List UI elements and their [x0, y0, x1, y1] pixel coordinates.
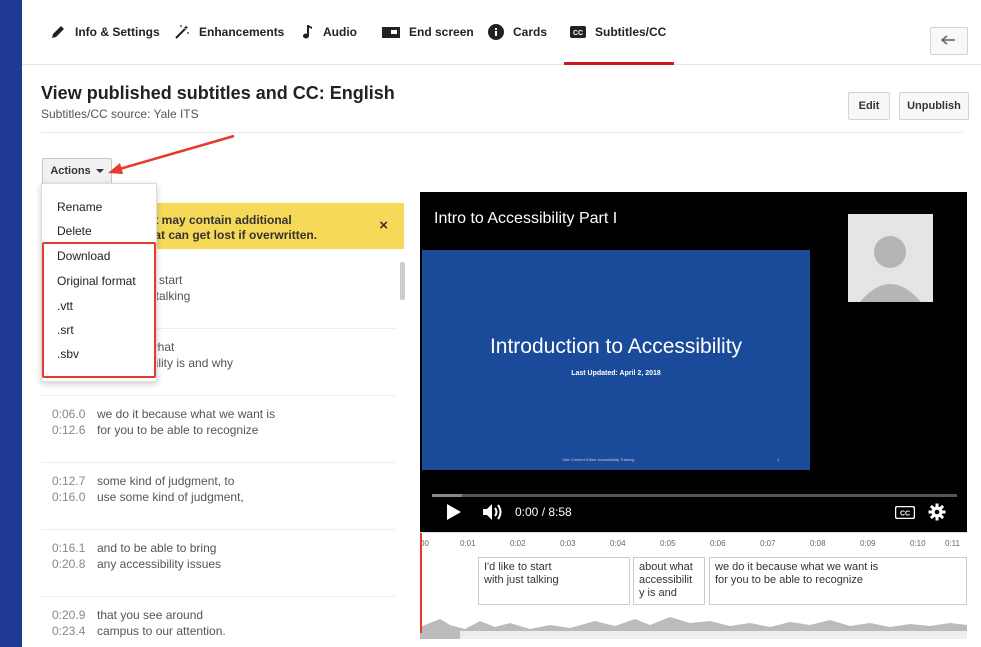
- subtitle-source: Subtitles/CC source: Yale ITS: [41, 107, 199, 121]
- row-times: 0:12.7 0:16.0: [52, 474, 86, 504]
- row-text: what bility is and why: [149, 340, 234, 370]
- row-times: 0:06.0 0:12.6: [52, 407, 86, 437]
- slide-title: Introduction to Accessibility: [489, 335, 743, 358]
- transcript-row[interactable]: 0:16.1 0:20.8 and to be able to bring any …: [41, 530, 395, 597]
- unpublish-button[interactable]: Unpublish: [899, 92, 969, 120]
- play-icon[interactable]: [446, 503, 462, 526]
- progress-bar[interactable]: [432, 494, 957, 497]
- warning-banner: pt may contain additional hat can get lo…: [132, 203, 404, 249]
- timeline-caption[interactable]: we do it because what we want is for you …: [709, 557, 967, 605]
- warning-line-1: pt may contain additional: [147, 213, 292, 227]
- timeline-tick: 0:09: [860, 539, 876, 548]
- tab-label: Cards: [513, 25, 548, 39]
- speaker-thumbnail: [848, 214, 933, 302]
- timeline-tick: 0:10: [910, 539, 926, 548]
- timeline-tick: 0:03: [560, 539, 576, 548]
- back-button[interactable]: [930, 27, 968, 55]
- tab-label: Info & Settings: [75, 25, 160, 39]
- caption-timeline[interactable]: 00 0:01 0:02 0:03 0:04 0:05 0:06 0:07 0:…: [420, 532, 967, 647]
- row-text: that you see around campus to our attenti…: [97, 608, 226, 638]
- tab-label: Audio: [323, 25, 357, 39]
- row-text: we do it because what we want is for you …: [97, 407, 276, 437]
- timeline-tick: 0:05: [660, 539, 676, 548]
- magic-wand-icon: [174, 24, 190, 40]
- time-display: 0:00 / 8:58: [515, 505, 572, 519]
- annotation-arrow-icon: [108, 134, 235, 174]
- timeline-tick: 0:11: [945, 539, 960, 548]
- tab-info-settings[interactable]: Info & Settings: [50, 0, 160, 64]
- end-screen-icon: [382, 25, 400, 39]
- tab-label: Subtitles/CC: [595, 25, 667, 39]
- person-icon: [860, 236, 921, 302]
- cc-button-icon[interactable]: CC: [894, 505, 916, 524]
- audio-waveform: [420, 617, 967, 633]
- timeline-tick: 0:07: [760, 539, 776, 548]
- row-times: 0:16.1 0:20.8: [52, 541, 86, 571]
- timeline-tick: 0:04: [610, 539, 626, 548]
- timeline-scroll-thumb[interactable]: [420, 631, 460, 639]
- tab-bar: Info & Settings Enhancements Audio End s…: [22, 0, 981, 65]
- transcript-row[interactable]: 0:20.9 0:23.4 that you see around campus t…: [41, 597, 395, 647]
- timeline-tick: 0:06: [710, 539, 726, 548]
- video-player[interactable]: Intro to Accessibility Part I Introducti…: [420, 192, 967, 532]
- timeline-tick: 0:01: [460, 539, 476, 548]
- tab-enhancements[interactable]: Enhancements: [174, 0, 284, 64]
- warning-line-2: hat can get lost if overwritten.: [147, 228, 318, 242]
- page-title: View published subtitles and CC: English: [41, 83, 395, 103]
- tab-audio[interactable]: Audio: [302, 0, 357, 64]
- timeline-tick: 0:08: [810, 539, 826, 548]
- video-title: Intro to Accessibility Part I: [434, 210, 618, 227]
- svg-text:CC: CC: [900, 511, 910, 518]
- menu-item-rename[interactable]: Rename: [57, 200, 102, 214]
- music-note-icon: [302, 24, 314, 40]
- edit-button[interactable]: Edit: [848, 92, 890, 120]
- timeline-scrollbar[interactable]: [420, 631, 967, 639]
- slide-number: 1: [777, 457, 780, 462]
- slide-footer: Yale Content Editor Accessibility Traini…: [562, 457, 635, 462]
- tab-label: Enhancements: [199, 25, 285, 39]
- volume-icon[interactable]: [482, 503, 504, 526]
- cc-icon: CC: [570, 26, 586, 38]
- transcript-row[interactable]: 0:06.0 0:12.6 we do it because what we wa…: [41, 396, 395, 463]
- tab-end-screen[interactable]: End screen: [382, 0, 474, 64]
- settings-gear-icon[interactable]: [928, 503, 946, 526]
- pencil-icon: [50, 24, 66, 40]
- actions-label: Actions: [50, 165, 91, 177]
- menu-item-delete[interactable]: Delete: [57, 224, 92, 238]
- tab-cards[interactable]: Cards: [488, 0, 547, 64]
- transcript-scrollbar[interactable]: [400, 262, 405, 300]
- back-arrow-icon: [940, 32, 957, 50]
- row-times: 0:20.9 0:23.4: [52, 608, 86, 638]
- timeline-caption[interactable]: about what accessibilit y is and: [633, 557, 705, 605]
- slide-date: Last Updated: April 2, 2018: [571, 370, 661, 377]
- editor-panel: Info & Settings Enhancements Audio End s…: [22, 0, 981, 647]
- tab-label: End screen: [409, 25, 474, 39]
- svg-text:CC: CC: [573, 30, 583, 37]
- playhead[interactable]: [420, 533, 422, 633]
- row-text: and to be able to bring any accessibility…: [97, 541, 222, 571]
- transcript-row[interactable]: 0:12.7 0:16.0 some kind of judgment, to us…: [41, 463, 395, 530]
- annotation-highlight-box: [42, 242, 156, 378]
- close-icon[interactable]: ×: [379, 217, 388, 234]
- timeline-tick: 0:02: [510, 539, 526, 548]
- info-icon: [488, 24, 504, 40]
- tab-subtitles-cc[interactable]: CC Subtitles/CC: [563, 0, 675, 65]
- progress-fill: [432, 494, 462, 497]
- timeline-caption[interactable]: I'd like to start with just talking: [478, 557, 630, 605]
- video-slide: Introduction to Accessibility Last Updat…: [422, 250, 810, 470]
- row-text: some kind of judgment, to use some kind o…: [97, 474, 244, 504]
